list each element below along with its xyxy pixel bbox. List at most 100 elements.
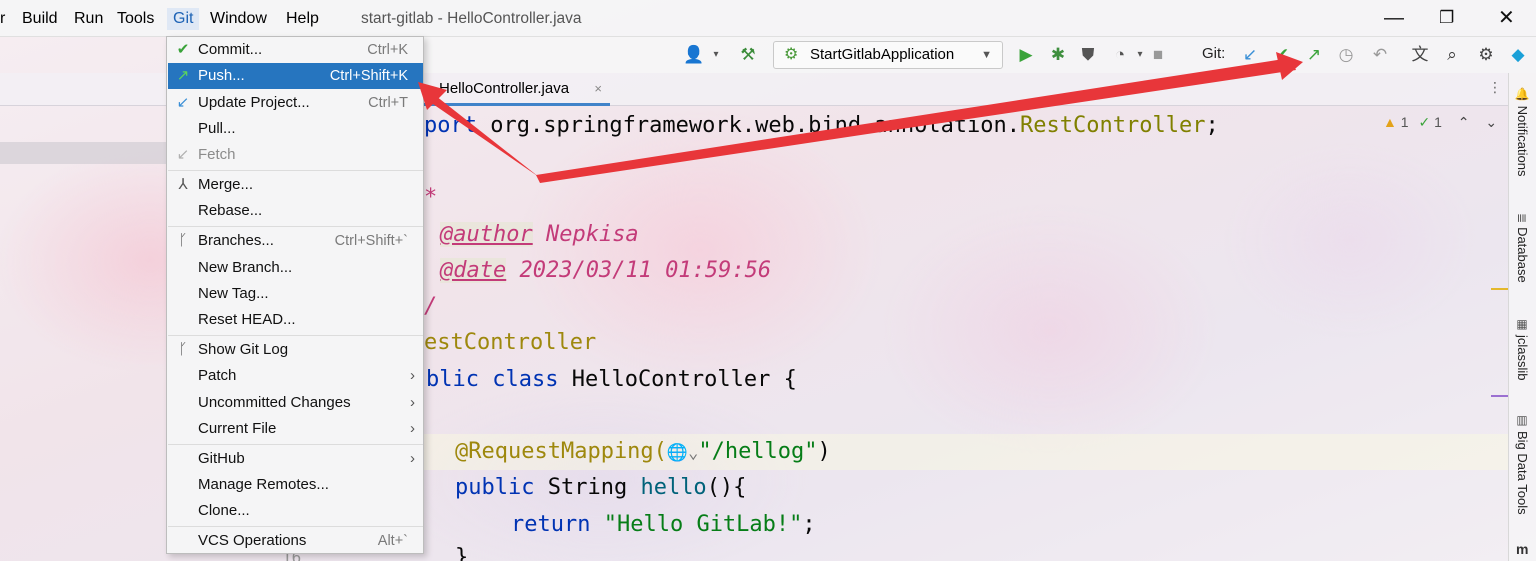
menu-git[interactable]: Git xyxy=(167,8,200,30)
menu-run[interactable]: Run xyxy=(74,8,103,30)
project-panel-selection xyxy=(0,142,170,164)
more-tabs-icon[interactable]: ⋮ xyxy=(1488,79,1502,96)
code-line-brace[interactable]: } xyxy=(455,541,468,561)
menu-separator xyxy=(168,444,423,445)
settings-icon[interactable]: ⚙ xyxy=(1474,43,1498,67)
git-menu-new-tag[interactable]: New Tag... xyxy=(168,281,423,307)
git-menu-merge[interactable]: ⅄ Merge... xyxy=(168,172,423,198)
plugin-icon[interactable]: ◆ xyxy=(1506,43,1530,67)
code-line-method[interactable]: public String hello(){ xyxy=(455,471,746,505)
stop-icon[interactable]: ■ xyxy=(1146,43,1170,67)
menu-refactor[interactable]: r xyxy=(0,8,5,30)
branch-icon: ᚴ xyxy=(178,232,188,249)
maximize-button[interactable]: ❐ xyxy=(1439,7,1454,29)
package-path: org.springframework.web.bind.annotation. xyxy=(476,113,1021,138)
menu-item-label: Pull... xyxy=(198,120,236,137)
type: String xyxy=(534,475,641,500)
tool-tab-notifications[interactable]: 🔔 Notifications xyxy=(1515,87,1530,176)
code-line-class-decl[interactable]: blic class HelloController { xyxy=(426,363,797,397)
code-line-annotation[interactable]: estController xyxy=(424,326,596,360)
keyword: blic xyxy=(426,367,479,392)
git-menu-branches[interactable]: ᚴ Branches... Ctrl+Shift+` xyxy=(168,228,423,254)
scrollbar-change-marker[interactable] xyxy=(1491,395,1508,397)
git-commit-icon[interactable]: ✔ xyxy=(1270,43,1294,67)
chevron-up-icon[interactable]: ⌃ xyxy=(1458,114,1470,130)
search-icon[interactable]: ⌕ xyxy=(1440,43,1464,67)
jclasslib-icon: ▦ xyxy=(1515,317,1529,331)
git-menu-pull[interactable]: Pull... xyxy=(168,116,423,142)
markdown-icon[interactable]: m xyxy=(1516,541,1528,557)
coverage-icon[interactable]: ⛊ xyxy=(1076,43,1100,67)
inspection-widget[interactable]: ▲ 1 ✓ 1 ⌃ ⌄ xyxy=(1383,114,1497,131)
spring-icon: ⚙ xyxy=(784,46,799,63)
code-line-doc-close[interactable]: / xyxy=(424,290,437,324)
git-push-icon[interactable]: ↗ xyxy=(1302,43,1326,67)
git-menu-show-git-log[interactable]: ᚴ Show Git Log xyxy=(168,337,423,363)
rollback-icon[interactable]: ↶ xyxy=(1368,43,1392,67)
git-menu-new-branch[interactable]: New Branch... xyxy=(168,255,423,281)
code-line-date[interactable]: @date 2023/03/11 01:59:56 xyxy=(440,254,771,288)
git-menu-vcs-operations[interactable]: VCS Operations Alt+` xyxy=(168,528,423,554)
git-menu-current-file[interactable]: Current File › xyxy=(168,416,423,442)
git-menu-update-project[interactable]: ↙ Update Project... Ctrl+T xyxy=(168,90,423,116)
menu-window[interactable]: Window xyxy=(210,8,267,30)
git-menu-github[interactable]: GitHub › xyxy=(168,446,423,472)
code-line-mapping[interactable]: @RequestMapping(🌐⌄"/hellog") xyxy=(455,435,831,469)
tool-tab-label: jclasslib xyxy=(1515,335,1530,381)
menu-item-label: Branches... xyxy=(198,232,274,249)
tool-tab-big-data-tools[interactable]: ▥ Big Data Tools xyxy=(1515,413,1530,515)
menu-item-label: Merge... xyxy=(198,176,254,193)
run-icon[interactable]: ▶ xyxy=(1014,43,1038,67)
code-line-doc-open[interactable]: * xyxy=(424,181,437,215)
user-icon[interactable]: 👤 xyxy=(682,43,706,67)
debug-icon[interactable]: ✱ xyxy=(1046,43,1070,67)
git-menu-push[interactable]: ↗ Push... Ctrl+Shift+K xyxy=(168,63,423,89)
code-line-import[interactable]: port org.springframework.web.bind.annota… xyxy=(424,109,1219,143)
menu-item-label: Commit... xyxy=(198,41,263,58)
menu-build[interactable]: Build xyxy=(22,8,58,30)
git-update-icon[interactable]: ↙ xyxy=(1238,43,1262,67)
menu-tools[interactable]: Tools xyxy=(117,8,154,30)
tool-tab-database[interactable]: ≣ Database xyxy=(1515,213,1530,283)
history-icon[interactable]: ◷ xyxy=(1334,43,1358,67)
build-hammer-icon[interactable]: ⚒ xyxy=(736,43,760,67)
user-dropdown-icon[interactable]: ▾ xyxy=(704,43,728,67)
run-configuration-select[interactable]: ⚙ StartGitlabApplication ▼ xyxy=(773,41,1003,69)
tool-tab-label: Database xyxy=(1515,227,1530,283)
git-menu-fetch[interactable]: ↙ Fetch xyxy=(168,142,423,168)
menu-item-label: Clone... xyxy=(198,502,250,519)
tool-tab-jclasslib[interactable]: ▦ jclasslib xyxy=(1515,317,1530,381)
git-menu-clone[interactable]: Clone... xyxy=(168,498,423,524)
right-tool-window-bar: 🔔 Notifications ≣ Database ▦ jclasslib ▥ Big… xyxy=(1508,73,1536,561)
doc-value: Nepkisa xyxy=(532,222,639,247)
class-ref: RestController xyxy=(1020,113,1206,138)
git-menu-rebase[interactable]: Rebase... xyxy=(168,198,423,224)
code-line-return[interactable]: return "Hello GitLab!"; xyxy=(511,508,816,542)
git-menu-patch[interactable]: Patch › xyxy=(168,363,423,389)
minimize-button[interactable]: — xyxy=(1384,7,1404,29)
close-icon[interactable]: × xyxy=(594,73,602,104)
close-button[interactable]: ✕ xyxy=(1498,7,1515,29)
menu-item-label: Uncommitted Changes xyxy=(198,394,351,411)
tab-hellocontroller[interactable]: HelloController.java × xyxy=(424,73,610,106)
globe-icon[interactable]: 🌐⌄ xyxy=(667,443,698,463)
menu-item-label: Show Git Log xyxy=(198,341,289,358)
annotation: @RequestMapping( xyxy=(455,439,667,464)
paren: ) xyxy=(817,439,831,464)
menu-help[interactable]: Help xyxy=(286,8,319,30)
chevron-down-icon[interactable]: ⌄ xyxy=(1485,114,1497,130)
run-configuration-label: StartGitlabApplication xyxy=(810,46,955,63)
git-menu-uncommitted-changes[interactable]: Uncommitted Changes › xyxy=(168,390,423,416)
keyword: port xyxy=(424,113,477,138)
menu-separator xyxy=(168,335,423,336)
bell-icon: 🔔 xyxy=(1515,87,1529,102)
git-menu-manage-remotes[interactable]: Manage Remotes... xyxy=(168,472,423,498)
scrollbar-warning-marker[interactable] xyxy=(1491,288,1508,290)
main-toolbar: 👤 ▾ ⚒ ⚙ StartGitlabApplication ▼ ▶ ✱ ⛊ ◔… xyxy=(424,37,1536,73)
git-menu-commit[interactable]: ✔ Commit... Ctrl+K xyxy=(168,37,423,63)
menu-item-label: New Branch... xyxy=(198,259,293,276)
code-line-author[interactable]: @author Nepkisa xyxy=(440,218,639,252)
translate-icon[interactable]: 文 xyxy=(1408,43,1432,67)
tab-label: HelloController.java xyxy=(439,80,570,97)
git-menu-reset-head[interactable]: Reset HEAD... xyxy=(168,307,423,333)
